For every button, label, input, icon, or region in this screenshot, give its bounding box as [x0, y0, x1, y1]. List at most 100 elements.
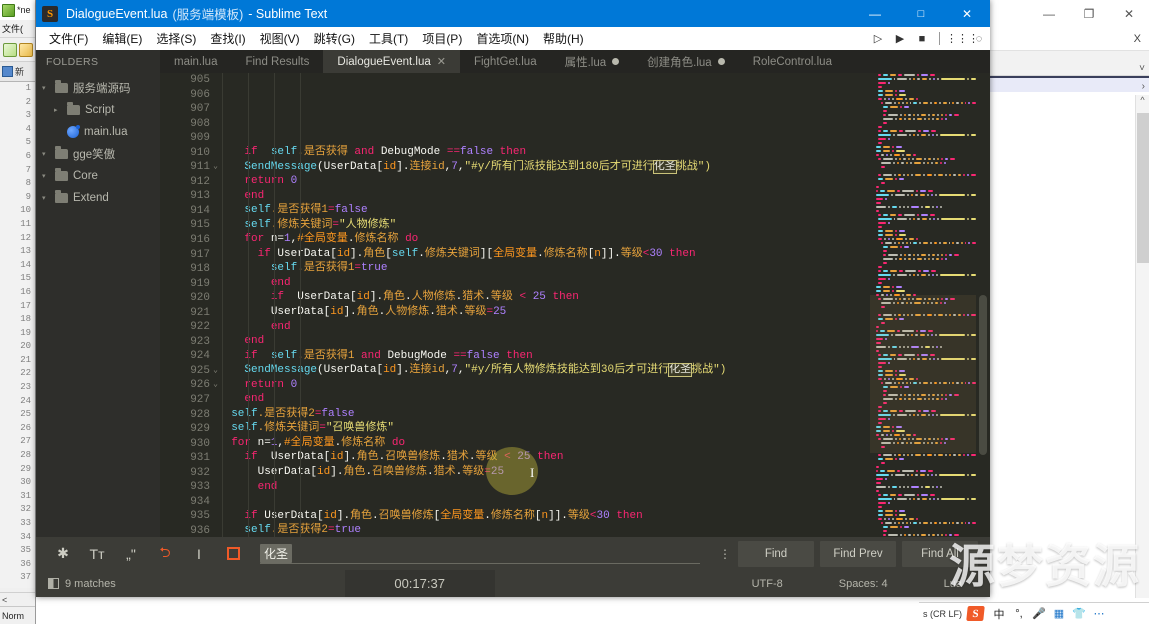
ime-punctuation-icon[interactable]: °, [1009, 608, 1029, 620]
minimap-token [883, 254, 886, 256]
build-run-icon[interactable]: ▷ [867, 32, 889, 45]
npp-toolbar[interactable] [0, 38, 35, 62]
chevron-right-icon[interactable]: ▸ [54, 106, 62, 114]
minimap-token [930, 130, 936, 132]
tab-5[interactable]: 创建角色.lua [633, 50, 739, 73]
menu-item-7[interactable]: 项目(P) [415, 30, 469, 47]
bg-window-scrollbar[interactable]: ^ [1135, 95, 1149, 598]
tab-4[interactable]: 属性.lua [551, 50, 634, 73]
keyboard-icon[interactable]: ▦ [1049, 607, 1069, 620]
minimap-token [904, 238, 907, 240]
npp-scroll-left-arrow[interactable]: < [2, 595, 7, 605]
ime-mode-icon[interactable]: 中 [989, 606, 1009, 622]
sidebar-toggle-icon[interactable] [48, 578, 59, 589]
minimap-token [932, 274, 934, 276]
menu-item-4[interactable]: 视图(V) [253, 30, 307, 47]
whole-word-icon[interactable]: „" [114, 540, 148, 568]
code-token: SendMessage [244, 160, 318, 173]
menu-item-5[interactable]: 跳转(G) [307, 30, 362, 47]
npp-open-icon[interactable] [19, 42, 33, 57]
minimap-token [955, 102, 959, 104]
menu-item-0[interactable]: 文件(F) [42, 30, 95, 47]
window-maximize-button[interactable]: □ [898, 0, 944, 27]
bg-scroll-up-arrow[interactable]: ^ [1136, 95, 1149, 111]
npp-horizontal-scrollbar[interactable]: < [0, 592, 35, 606]
find-button[interactable]: Find [738, 540, 814, 567]
code-minimap[interactable] [870, 73, 976, 537]
tab-0[interactable]: main.lua [160, 50, 231, 73]
run-icon[interactable]: ▶ [889, 32, 911, 45]
case-sensitive-icon[interactable]: Tᴛ [80, 540, 114, 568]
menu-item-9[interactable]: 帮助(H) [536, 30, 591, 47]
minimap-token [887, 114, 898, 116]
minimap-token [875, 210, 880, 212]
find-prev-button[interactable]: Find Prev [820, 540, 896, 567]
tab-2[interactable]: DialogueEvent.lua ✕ [323, 50, 460, 73]
code-token: true [334, 524, 362, 537]
sidebar-item-5[interactable]: ▾ Extend [36, 187, 160, 209]
bg-minimize-button[interactable]: — [1029, 0, 1069, 28]
find-all-button[interactable]: Find All [902, 540, 978, 567]
sidebar-item-2[interactable]: main.lua [36, 121, 160, 143]
chevron-down-icon[interactable]: ▾ [42, 172, 50, 180]
npp-new-icon[interactable] [3, 42, 17, 57]
minimap-token [929, 242, 932, 244]
find-overflow-icon[interactable]: ⋮ [712, 547, 738, 561]
code-content[interactable]: if self.是否获得 and DebugMode ==false then … [218, 73, 870, 537]
find-input-field[interactable]: 化圣 [250, 537, 712, 570]
stop-icon[interactable]: ■ [911, 33, 933, 45]
grid-icon[interactable]: ⋮⋮⋮ [946, 32, 979, 45]
highlight-icon[interactable] [216, 540, 250, 568]
menu-item-3[interactable]: 查找(I) [203, 30, 252, 47]
tab-close-icon[interactable]: ✕ [437, 55, 446, 68]
in-selection-icon[interactable]: I [182, 540, 216, 568]
settings-icon[interactable]: ◌ [968, 33, 990, 45]
bg-maximize-button[interactable]: ❐ [1069, 0, 1109, 28]
bg-close-button[interactable]: ✕ [1109, 0, 1149, 28]
sidebar-item-4[interactable]: ▾ Core [36, 165, 160, 187]
minimap-token [878, 238, 882, 240]
sidebar-item-1[interactable]: ▸ Script [36, 99, 160, 121]
syntax-label[interactable]: Lua [916, 578, 990, 590]
npp-menu-bar[interactable]: 文件( [0, 20, 35, 38]
chevron-down-icon[interactable]: ▾ [42, 150, 50, 158]
minimap-token [939, 242, 941, 244]
skin-icon[interactable]: 👕 [1069, 607, 1089, 620]
indentation-label[interactable]: Spaces: 4 [811, 578, 916, 590]
bg-window-selected-row [989, 78, 1149, 92]
tab-6[interactable]: RoleControl.lua [739, 50, 846, 73]
microphone-icon[interactable]: 🎤 [1029, 607, 1049, 620]
code-token: . [418, 247, 425, 260]
code-token: UserData [323, 160, 377, 173]
menu-item-1[interactable]: 编辑(E) [95, 30, 149, 47]
chevron-down-icon[interactable]: ▾ [42, 194, 50, 202]
sidebar-item-3[interactable]: ▾ gge笑傲 [36, 143, 160, 165]
bg-scroll-thumb[interactable] [1137, 113, 1149, 263]
minimap-token [928, 190, 934, 192]
ime-more-icon[interactable]: ⋯ [1089, 607, 1109, 620]
menu-item-6[interactable]: 工具(T) [362, 30, 415, 47]
editor-vertical-scrollbar[interactable] [976, 73, 990, 537]
sidebar-item-0[interactable]: ▾ 服务端源码 [36, 77, 160, 99]
editor-scroll-thumb[interactable] [979, 295, 987, 455]
npp-menu-file[interactable]: 文件( [2, 22, 23, 35]
encoding-label[interactable]: UTF-8 [724, 578, 811, 590]
menu-item-8[interactable]: 首选项(N) [469, 30, 536, 47]
title-bar: DialogueEvent.lua (服务端模板) - Sublime Text… [36, 0, 990, 27]
window-close-button[interactable]: ✕ [944, 0, 990, 27]
line-number: 932 [190, 466, 210, 479]
sogou-ime-icon[interactable]: S [966, 606, 985, 621]
code-editor[interactable]: 905 906 907 908 909 910 911 ⌄ 912 913 914 915 916 917… [160, 73, 990, 537]
regex-icon[interactable]: ✱ [46, 540, 80, 568]
tab-modified-dot [612, 58, 620, 65]
wrap-icon[interactable]: ⮌ [148, 540, 182, 568]
npp-tab[interactable]: 新 [0, 62, 35, 82]
menu-item-2[interactable]: 选择(S) [149, 30, 203, 47]
tab-3[interactable]: FightGet.lua [460, 50, 551, 73]
find-query-value[interactable]: 化圣 [260, 544, 293, 563]
minimap-viewport[interactable] [870, 295, 976, 453]
background-notepad-window: *ne 文件( 新 1 2 3 4 5 6 7 8 9 10 11 12 13 14 15 16 17 18 19 2… [0, 0, 36, 624]
tab-1[interactable]: Find Results [231, 50, 323, 73]
window-minimize-button[interactable]: — [852, 0, 898, 27]
chevron-down-icon[interactable]: ▾ [42, 84, 50, 92]
